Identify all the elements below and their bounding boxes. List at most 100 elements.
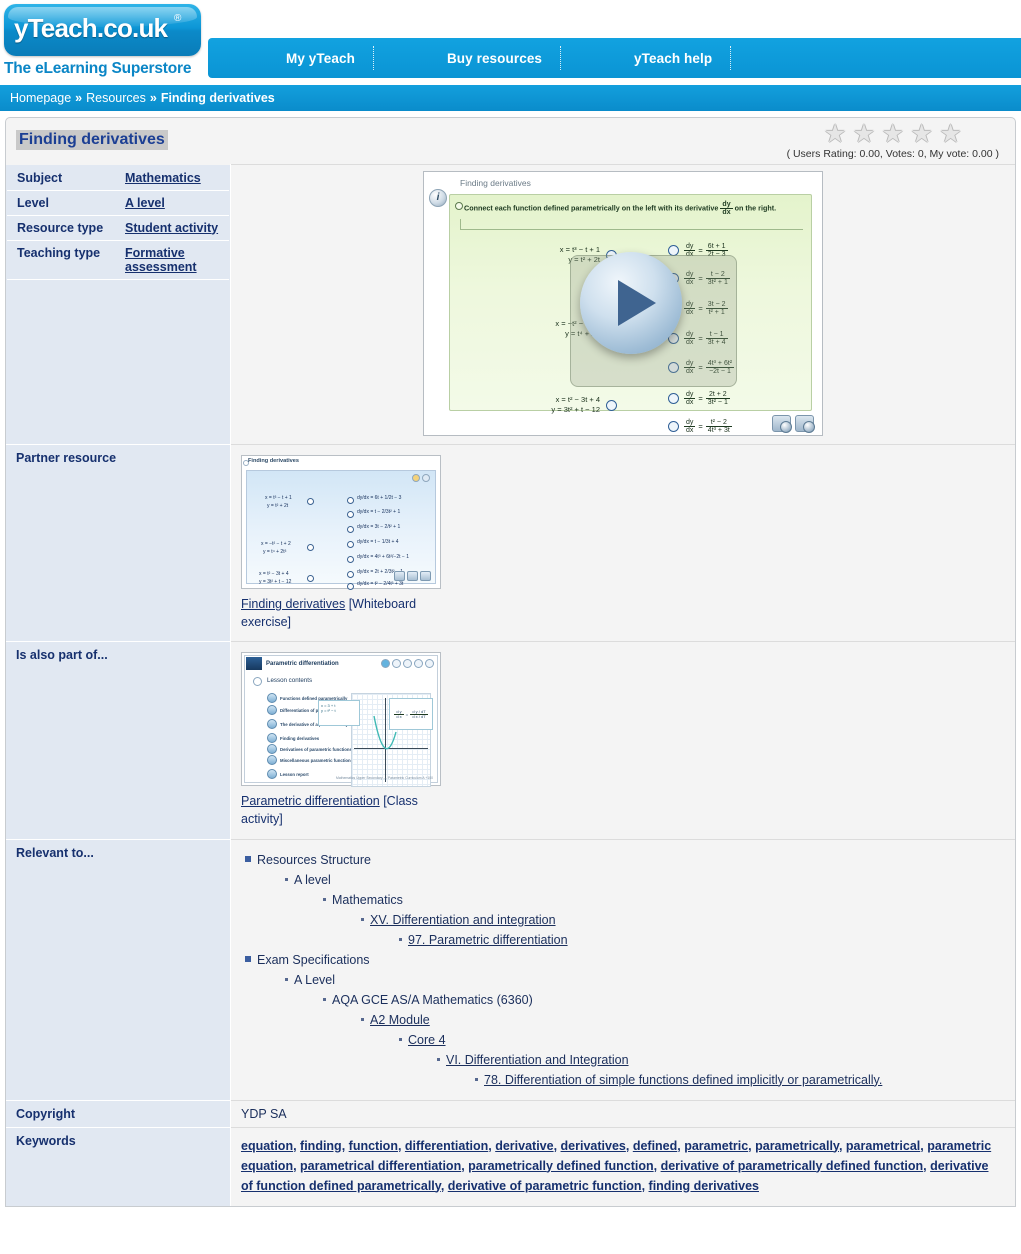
whiteboard-thumbnail[interactable]: Finding derivatives x = t³ − t + 1 y = t… xyxy=(241,455,441,590)
registered-trademark-icon: ® xyxy=(174,13,182,24)
fraction-numerator: t² − 2 xyxy=(705,419,732,427)
tree-item[interactable]: 97. Parametric differentiation xyxy=(399,930,1005,950)
thumbnail-title: Finding derivatives xyxy=(248,458,299,464)
right-den: 3t + 4 xyxy=(385,539,399,545)
keyword-link[interactable]: defined xyxy=(633,1139,677,1153)
fraction-denominator: dx xyxy=(722,209,731,216)
meta-list: Subject Mathematics Level A level Resour… xyxy=(7,165,229,280)
page-title: Finding derivatives xyxy=(16,130,168,150)
connector-node[interactable] xyxy=(606,399,617,411)
copyright-row: Copyright YDP SA xyxy=(6,1099,1015,1127)
connector-node[interactable] xyxy=(347,526,354,533)
keyword-link[interactable]: derivatives xyxy=(561,1139,626,1153)
keyword-link[interactable]: finding xyxy=(300,1139,342,1153)
tree-item: A level xyxy=(285,870,1005,890)
breadcrumb: Homepage » Resources » Finding derivativ… xyxy=(0,85,1021,111)
keyword-link[interactable]: finding derivatives xyxy=(649,1179,759,1193)
breadcrumb-link-homepage[interactable]: Homepage xyxy=(10,91,71,105)
tree-item[interactable]: VI. Differentiation and Integration xyxy=(437,1050,1005,1070)
partner-resource-row: Partner resource Finding derivatives x =… xyxy=(6,443,1015,642)
lesson-thumbnail[interactable]: Parametric differentiation Lesson conten… xyxy=(241,652,441,788)
part-of-link[interactable]: Parametric differentiation xyxy=(241,794,380,808)
info-icon[interactable]: i xyxy=(429,189,447,207)
connector-node[interactable] xyxy=(307,575,314,582)
tree-item[interactable]: A2 Module xyxy=(361,1010,1005,1030)
site-logo[interactable]: yTeach.co.uk ® The eLearning Superstore xyxy=(4,4,209,78)
equals-sign: = xyxy=(698,394,703,403)
reset-icon[interactable] xyxy=(772,415,792,433)
check-answer-icon[interactable] xyxy=(795,415,815,433)
nav-item-my-yteach[interactable]: My yTeach xyxy=(268,51,373,66)
tree-item-link[interactable]: A2 Module xyxy=(370,1010,430,1030)
lesson-item-label: Finding derivatives xyxy=(280,735,320,741)
nav-item-yteach-help[interactable]: yTeach help xyxy=(616,51,730,66)
rating-widget[interactable]: ★ ★ ★ ★ ★ ( Users Rating: 0.00, Votes: 0… xyxy=(787,122,999,161)
lesson-item-label: Lesson report xyxy=(280,771,309,777)
meta-row-subject: Subject Mathematics xyxy=(7,165,229,191)
connector-node[interactable] xyxy=(307,544,314,551)
connector-node[interactable] xyxy=(347,497,354,504)
tree-item-link[interactable]: VI. Differentiation and Integration xyxy=(446,1050,629,1070)
connector-node[interactable] xyxy=(347,541,354,548)
play-button[interactable] xyxy=(579,251,682,354)
connector-node[interactable] xyxy=(347,511,354,518)
tree-item-link[interactable]: XV. Differentiation and integration xyxy=(370,910,556,930)
prompt-text: Connect each function defined parametric… xyxy=(464,203,719,213)
resource-preview[interactable]: Finding derivatives i Connect each funct… xyxy=(423,171,823,436)
meta-row-level: Level A level xyxy=(7,190,229,216)
reset-icon xyxy=(407,571,418,581)
fraction-numerator: dy xyxy=(684,419,696,427)
check-icon xyxy=(420,571,431,581)
thumb-right-equation: dy/dx = 6t + 1/2t − 3 xyxy=(357,495,402,501)
keyword-link[interactable]: equation xyxy=(241,1139,293,1153)
dot-bullet-icon xyxy=(399,1037,402,1041)
connector-node[interactable] xyxy=(347,556,354,563)
star-icon[interactable]: ★ xyxy=(939,122,961,147)
meta-link-level[interactable]: A level xyxy=(125,196,165,210)
nav-item-buy-resources[interactable]: Buy resources xyxy=(429,51,560,66)
match-right-item[interactable]: dy dx = 2t + 2 3t² − 1 xyxy=(668,389,808,408)
keyword-link[interactable]: derivative xyxy=(495,1139,553,1153)
keyword-link[interactable]: parametrical xyxy=(846,1139,920,1153)
tree-item[interactable]: Core 4 xyxy=(399,1030,1005,1050)
meta-link-teaching-type[interactable]: Formative assessment xyxy=(125,246,197,274)
partner-resource-link[interactable]: Finding derivatives xyxy=(241,597,345,611)
connector-node[interactable] xyxy=(307,498,314,505)
meta-value-teaching-type: Formative assessment xyxy=(115,240,229,280)
main-navigation: My yTeach Buy resources yTeach help xyxy=(208,38,1021,78)
nav-dot-icon xyxy=(381,659,390,669)
breadcrumb-current: Finding derivatives xyxy=(160,91,275,105)
match-left-item[interactable]: x = t² − 3t + 4 y = 3t² + t − 12 xyxy=(532,393,662,417)
keyword-link[interactable]: function xyxy=(349,1139,398,1153)
connector-node[interactable] xyxy=(668,393,679,404)
connector-node[interactable] xyxy=(347,571,354,578)
tree-item-link[interactable]: 78. Differentiation of simple functions … xyxy=(484,1070,882,1090)
star-icon[interactable]: ★ xyxy=(853,122,875,147)
dot-bullet-icon xyxy=(323,997,326,1001)
tree-item[interactable]: 78. Differentiation of simple functions … xyxy=(475,1070,1005,1090)
keyword-link[interactable]: parametrically xyxy=(755,1139,839,1153)
connector-node[interactable] xyxy=(668,421,679,432)
breadcrumb-link-resources[interactable]: Resources xyxy=(86,91,146,105)
keyword-link[interactable]: parametric xyxy=(684,1139,748,1153)
tree-item-link[interactable]: Core 4 xyxy=(408,1030,446,1050)
meta-link-resource-type[interactable]: Student activity xyxy=(125,221,218,235)
connector-node[interactable] xyxy=(347,583,354,590)
meta-link-subject[interactable]: Mathematics xyxy=(125,171,201,185)
graph-equation-2: y = t² − t xyxy=(321,708,336,714)
tree-item[interactable]: XV. Differentiation and integration xyxy=(361,910,1005,930)
keyword-link[interactable]: derivative of parametrically defined fun… xyxy=(661,1159,924,1173)
copyright-value: YDP SA xyxy=(230,1099,1015,1127)
tree-item-link[interactable]: 97. Parametric differentiation xyxy=(408,930,568,950)
star-icon[interactable]: ★ xyxy=(882,122,904,147)
star-icon[interactable]: ★ xyxy=(910,122,932,147)
rating-stars[interactable]: ★ ★ ★ ★ ★ xyxy=(787,122,999,147)
dot-bullet-icon xyxy=(285,977,288,981)
keyword-link[interactable]: parametrically defined function xyxy=(468,1159,653,1173)
dot-bullet-icon xyxy=(437,1057,440,1061)
right-num: 6t + 1 xyxy=(374,495,388,501)
keyword-link[interactable]: derivative of parametric function xyxy=(448,1179,642,1193)
keyword-link[interactable]: differentiation xyxy=(405,1139,488,1153)
keyword-link[interactable]: parametrical differentiation xyxy=(300,1159,461,1173)
star-icon[interactable]: ★ xyxy=(824,122,846,147)
